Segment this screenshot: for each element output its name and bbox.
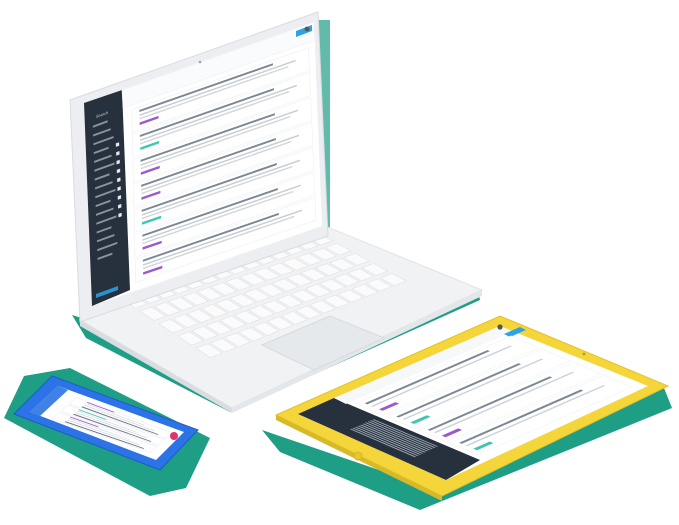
tablet-camera [582,352,586,356]
devices-illustration: Search [4,11,672,510]
phone-notification-badge [170,432,178,440]
tablet-avatar [497,324,503,330]
laptop-camera [198,60,202,64]
tablet-home-button [353,451,363,461]
laptop-avatar [304,26,310,32]
phone [4,368,210,496]
